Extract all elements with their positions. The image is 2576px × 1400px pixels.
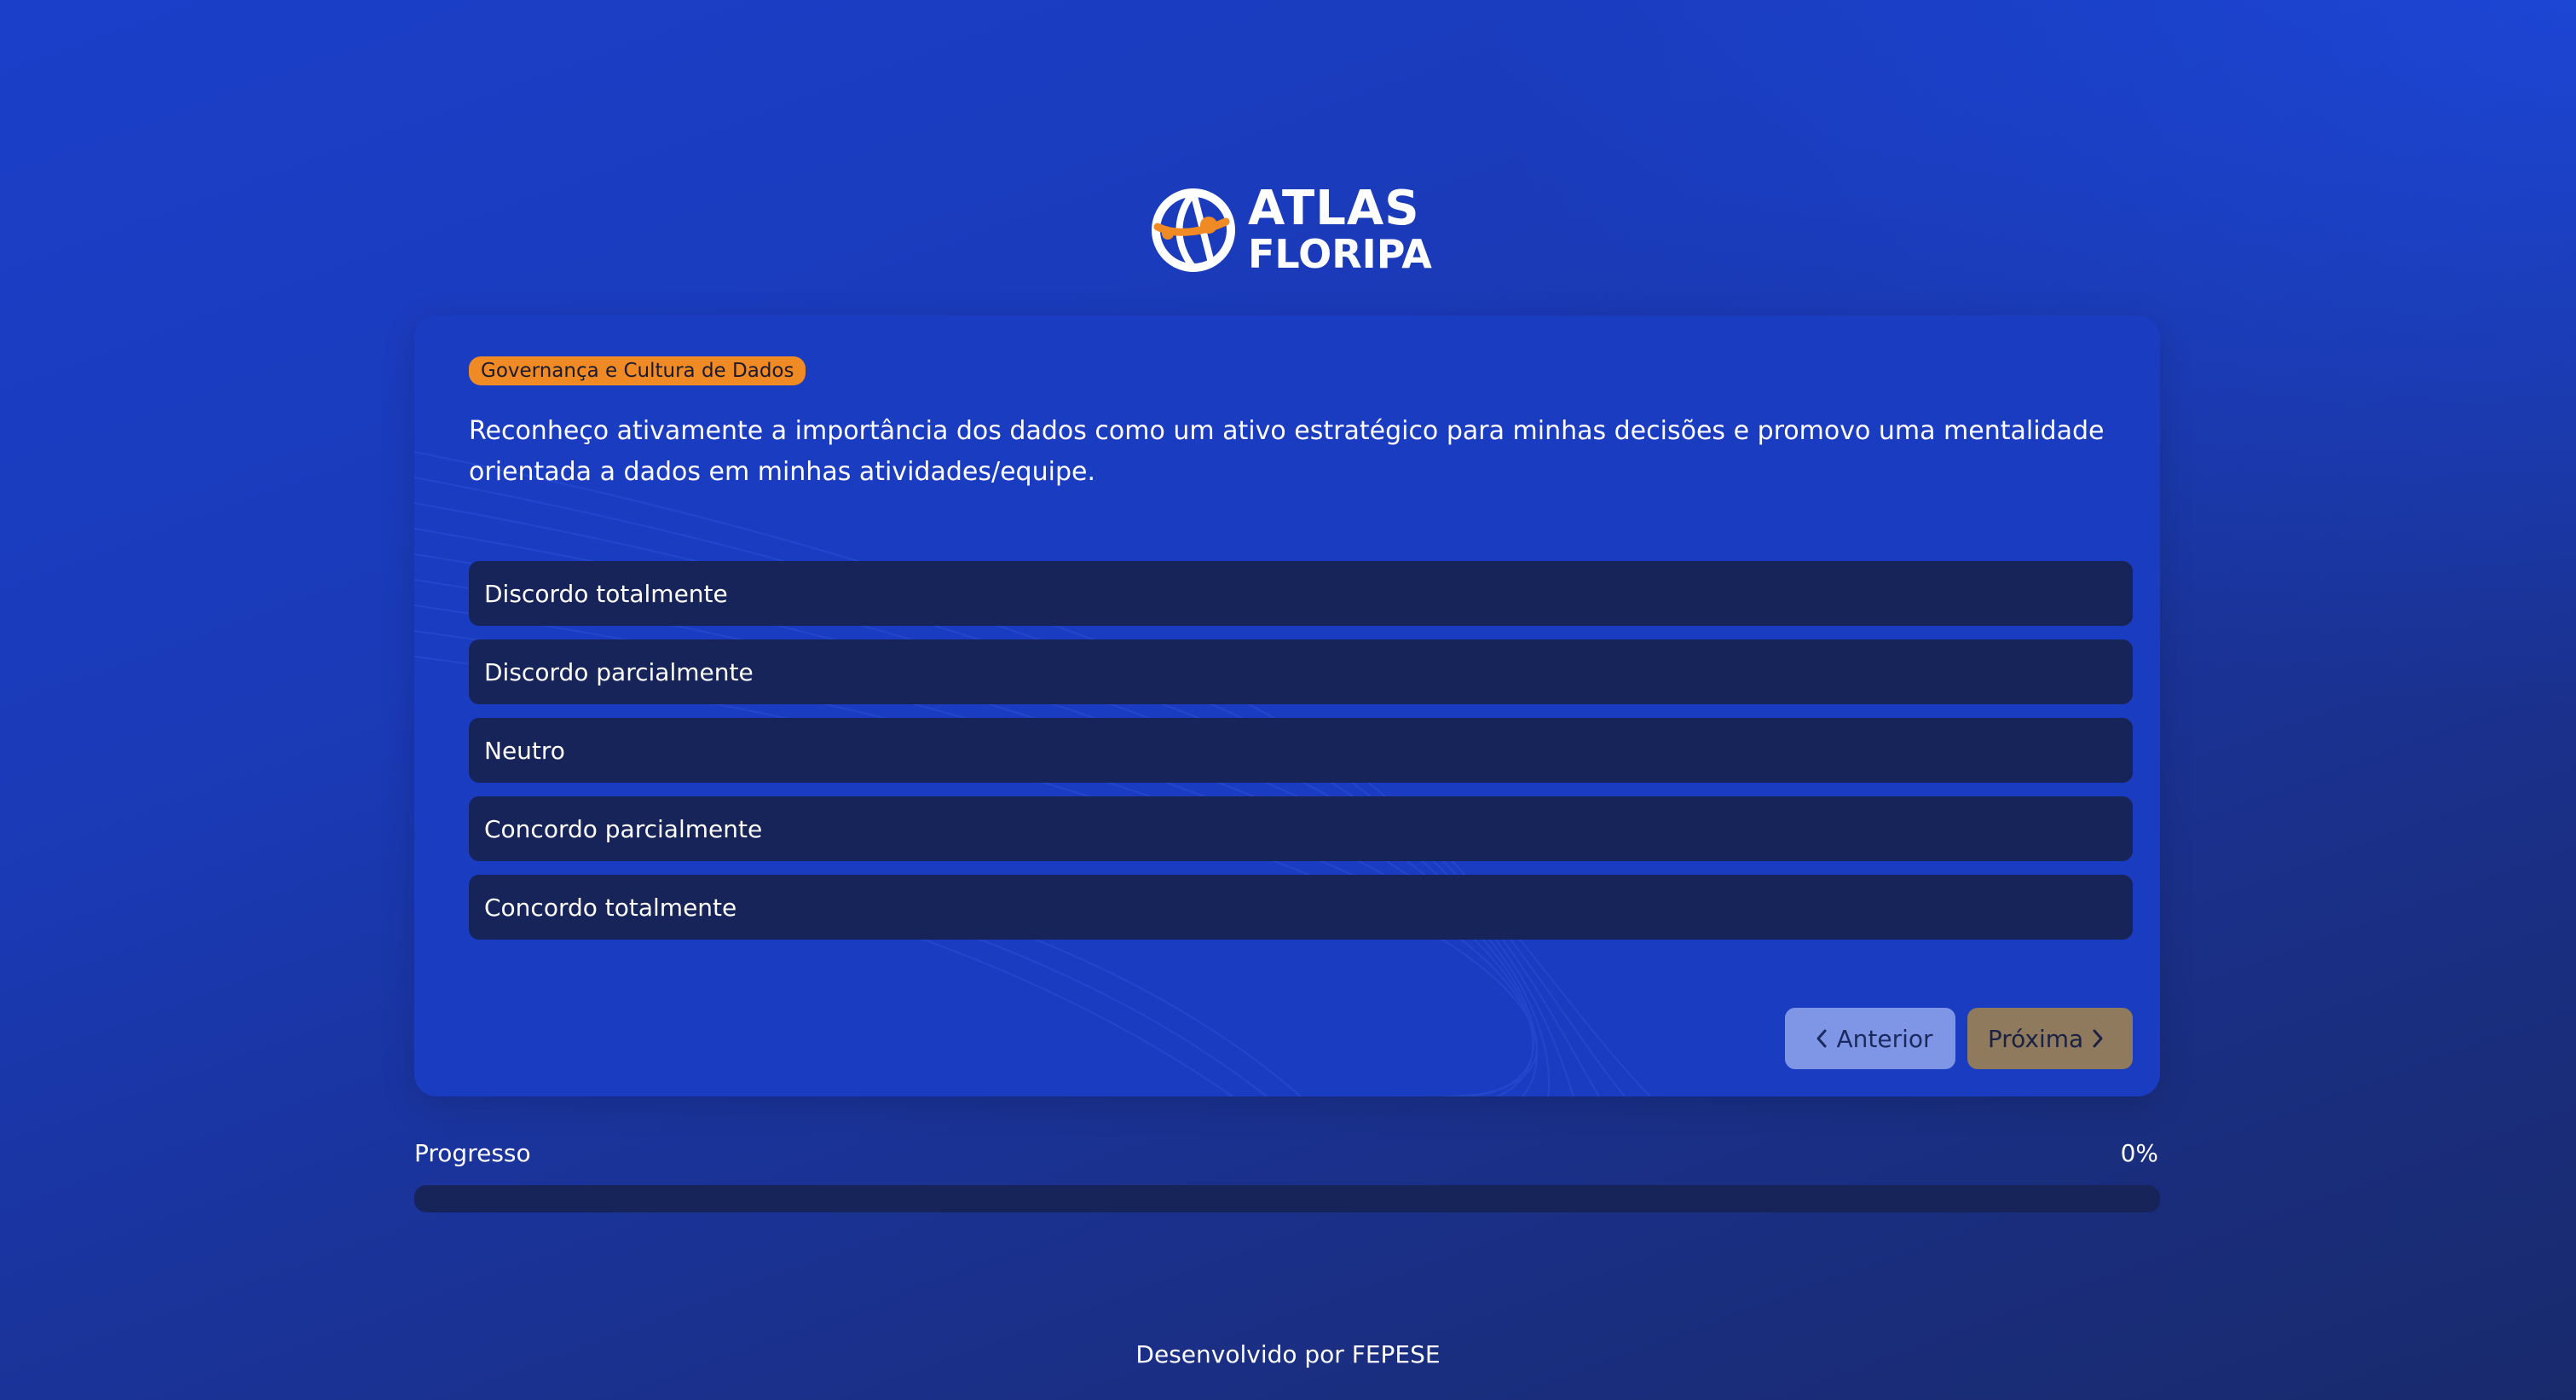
- next-button-label: Próxima: [1987, 1024, 2084, 1053]
- next-button[interactable]: Próxima: [1967, 1008, 2133, 1069]
- atlas-floripa-logo: ATLAS FLORIPA: [1149, 182, 1432, 276]
- footer-credit: Desenvolvido por FEPESE: [1135, 1340, 1441, 1368]
- logo-line-2: FLORIPA: [1248, 231, 1432, 277]
- chevron-left-icon: [1814, 1027, 1829, 1050]
- logo-wordmark: ATLAS FLORIPA: [1248, 181, 1432, 277]
- question-card: Governança e Cultura de Dados Reconheço …: [414, 315, 2160, 1096]
- previous-button-label: Anterior: [1836, 1024, 1933, 1053]
- answer-options: Discordo totalmente Discordo parcialment…: [469, 561, 2133, 953]
- progress-percent: 0%: [2120, 1139, 2158, 1167]
- option-discordo-totalmente[interactable]: Discordo totalmente: [469, 561, 2133, 626]
- option-concordo-totalmente[interactable]: Concordo totalmente: [469, 875, 2133, 940]
- option-neutro[interactable]: Neutro: [469, 718, 2133, 783]
- question-text: Reconheço ativamente a importância dos d…: [469, 416, 2105, 487]
- chevron-right-icon: [2090, 1027, 2105, 1050]
- progress-bar: [414, 1185, 2160, 1212]
- progress-label: Progresso: [414, 1139, 531, 1167]
- category-badge: Governança e Cultura de Dados: [469, 356, 806, 385]
- option-concordo-parcialmente[interactable]: Concordo parcialmente: [469, 796, 2133, 861]
- option-discordo-parcialmente[interactable]: Discordo parcialmente: [469, 639, 2133, 704]
- logo-line-1: ATLAS: [1248, 181, 1420, 236]
- previous-button[interactable]: Anterior: [1785, 1008, 1955, 1069]
- globe-logo-icon: [1152, 188, 1235, 272]
